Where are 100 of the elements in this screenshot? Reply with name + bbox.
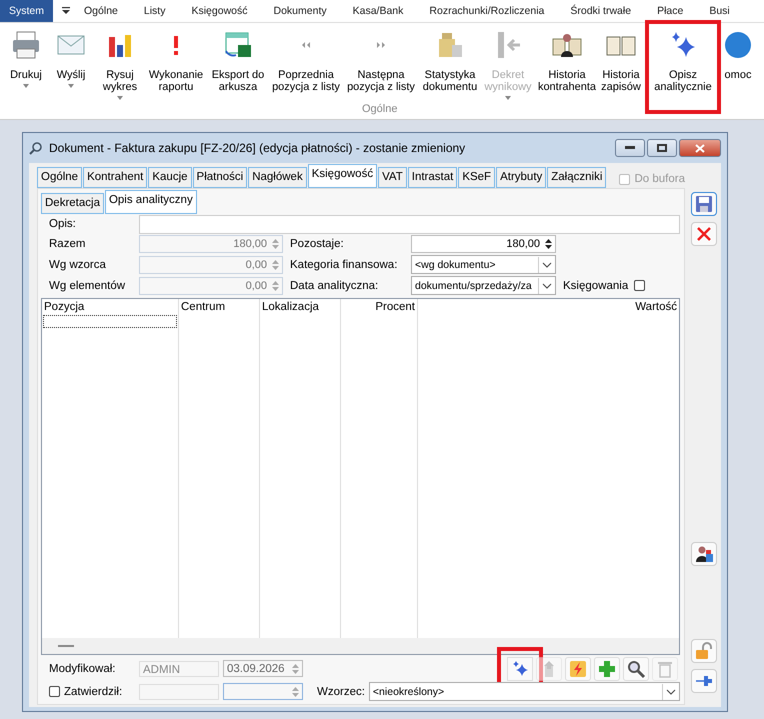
- dropdown-field[interactable]: <nieokreślony>: [368, 682, 680, 701]
- tab[interactable]: VAT: [378, 167, 407, 188]
- menu-tab[interactable]: Kasa/Bank: [340, 0, 416, 22]
- column-header[interactable]: Lokalizacja: [260, 299, 340, 315]
- tab[interactable]: Płatności: [192, 167, 248, 188]
- button-label: Poprzednia pozycja z listy: [271, 69, 341, 93]
- input-field[interactable]: [139, 214, 680, 234]
- ribbon-button[interactable]: omoc: [721, 27, 755, 107]
- ribbon-button[interactable]: Historia kontrahenta: [536, 27, 598, 107]
- column-header[interactable]: Pozycja: [42, 299, 178, 315]
- field-label: Opis:: [49, 218, 77, 230]
- number-field[interactable]: 0,00: [139, 256, 283, 274]
- menu-tab[interactable]: Ogólne: [71, 0, 131, 22]
- menu-tab[interactable]: Dokumenty: [260, 0, 340, 22]
- close-button[interactable]: [679, 139, 721, 157]
- tab[interactable]: Księgowość: [308, 164, 378, 188]
- dropdown-field[interactable]: dokumentu/sprzedaży/za: [411, 276, 556, 295]
- save-button[interactable]: [691, 192, 717, 216]
- tab[interactable]: Nagłówek: [248, 167, 307, 188]
- field-label: Pozostaje:: [289, 238, 345, 250]
- date-field[interactable]: [223, 683, 303, 700]
- column-header[interactable]: Procent: [341, 299, 417, 315]
- menu-tab[interactable]: Listy: [130, 0, 178, 22]
- tab[interactable]: Dekretacja: [41, 193, 104, 214]
- button-label: Drukuj: [10, 69, 42, 81]
- number-field[interactable]: 0,00: [139, 276, 283, 294]
- menu-tab[interactable]: Płace: [644, 0, 696, 22]
- padlock-icon: [694, 641, 714, 661]
- spinner-icon: [271, 258, 280, 272]
- ribbon-button[interactable]: Wykonanie raportu: [146, 27, 206, 107]
- button-label: Historia kontrahenta: [536, 69, 598, 93]
- search-button[interactable]: [623, 656, 649, 680]
- scroll-handle[interactable]: [58, 645, 74, 647]
- button-label: Statystyka dokumentu: [422, 69, 478, 93]
- lightning-icon: [568, 658, 588, 678]
- button-label: Eksport do arkusza: [210, 69, 266, 93]
- menu-tab[interactable]: Środki trwałe: [557, 0, 644, 22]
- field-label: Modyfikował:: [49, 662, 116, 674]
- field-label: Kategoria finansowa:: [289, 258, 398, 270]
- number-field[interactable]: 180,00: [411, 235, 556, 253]
- pin-button[interactable]: [691, 669, 717, 693]
- menu-tab[interactable]: Busi: [696, 0, 730, 22]
- menu-tab[interactable]: System: [0, 0, 54, 22]
- tab[interactable]: Załączniki: [547, 167, 606, 188]
- tab[interactable]: KSeF: [458, 167, 496, 188]
- spinner-icon: [271, 237, 280, 251]
- cancel-button[interactable]: [691, 222, 717, 246]
- checkbox[interactable]: Zatwierdził:: [49, 686, 133, 698]
- field-label: Data analityczna:: [289, 280, 380, 292]
- printer-icon: [10, 29, 42, 61]
- tab[interactable]: Atrybuty: [496, 167, 546, 188]
- tab[interactable]: Kaucje: [148, 167, 192, 188]
- field-label: Wg wzorca: [49, 258, 107, 270]
- maximize-button[interactable]: [647, 139, 677, 157]
- ribbon-button[interactable]: Historia zapisów: [598, 27, 644, 107]
- sparkle-button[interactable]: [507, 656, 533, 680]
- menu-tab[interactable]: Księgowość: [178, 0, 260, 22]
- dropdown-field[interactable]: <wg dokumentu>: [411, 255, 556, 274]
- date-field[interactable]: 03.09.2026: [223, 660, 303, 677]
- tab[interactable]: Kontrahent: [83, 167, 148, 188]
- ribbon-button[interactable]: Wyślij: [48, 27, 94, 107]
- spinner-icon: [271, 278, 280, 292]
- person-icon: [694, 544, 714, 564]
- checkbox[interactable]: [634, 280, 645, 291]
- ribbon-button[interactable]: Rysuj wykres: [94, 27, 146, 107]
- group-label: Ogólne: [362, 103, 398, 115]
- search-icon: [626, 658, 646, 678]
- ribbon-button[interactable]: Drukuj: [4, 27, 48, 107]
- column-header[interactable]: Centrum: [179, 299, 259, 315]
- number-field[interactable]: 180,00: [139, 235, 283, 253]
- contractor-button[interactable]: [691, 542, 717, 566]
- button-label: Rysuj wykres: [102, 69, 138, 93]
- dropdown-icon[interactable]: [61, 7, 72, 15]
- field-label: Wzorzec:: [317, 686, 365, 698]
- lock-button[interactable]: [691, 639, 717, 663]
- button-label: Opisz analitycznie: [653, 69, 713, 93]
- tab[interactable]: Ogólne: [37, 167, 82, 188]
- column-header[interactable]: Wartość: [418, 299, 679, 315]
- spinner-icon: [291, 684, 300, 698]
- minimize-button[interactable]: [615, 139, 645, 157]
- table-cell[interactable]: [43, 315, 177, 328]
- input-field: ADMIN: [139, 660, 219, 676]
- ribbon-button[interactable]: Statystyka dokumentu: [420, 27, 480, 107]
- help-icon: [722, 29, 754, 61]
- spinner-icon: [544, 237, 553, 251]
- tab[interactable]: Intrastat: [408, 167, 458, 188]
- tab[interactable]: Opis analityczny: [104, 190, 197, 214]
- menu-tab[interactable]: Rozrachunki/Rozliczenia: [416, 0, 558, 22]
- plus-icon: [597, 658, 617, 678]
- ribbon-button[interactable]: Poprzednia pozycja z listy: [270, 27, 342, 107]
- ribbon-button[interactable]: Opisz analitycznie: [650, 25, 716, 109]
- ribbon-button[interactable]: Eksport do arkusza: [206, 27, 270, 107]
- lightning-button[interactable]: [565, 656, 591, 680]
- button-label: Historia zapisów: [600, 69, 642, 93]
- spinner-icon: [291, 662, 300, 676]
- exclamation-icon: [172, 34, 180, 56]
- caret-icon: [23, 84, 29, 88]
- search-icon: [29, 141, 43, 155]
- button-label: Wykonanie raportu: [148, 69, 204, 93]
- minimize-icon: [625, 146, 635, 150]
